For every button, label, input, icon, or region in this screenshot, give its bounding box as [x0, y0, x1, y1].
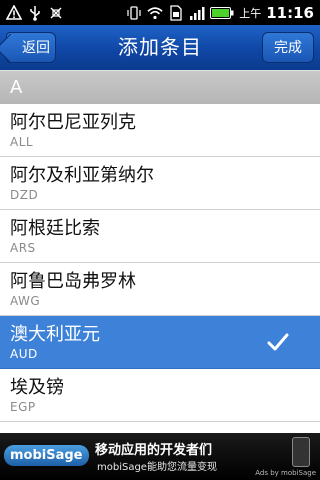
list-item[interactable]: 阿根廷比索 ARS	[0, 210, 320, 263]
title-bar: 返回 添加条目 完成	[0, 25, 320, 70]
currency-code: AWG	[10, 294, 41, 308]
currency-name: 阿尔及利亚第纳尔	[10, 165, 154, 186]
currency-name: 埃及镑	[10, 377, 64, 398]
status-bar: 上午 11:16	[0, 0, 320, 25]
status-clock: 11:16	[266, 3, 314, 22]
list-item[interactable]: 埃及镑 EGP	[0, 369, 320, 422]
signal-icon	[189, 5, 205, 21]
currency-list: 阿尔巴尼亚列克 ALL 阿尔及利亚第纳尔 DZD 阿根廷比索 ARS 阿鲁巴岛弗…	[0, 104, 320, 422]
currency-code: EGP	[10, 400, 36, 414]
warning-icon	[6, 4, 22, 21]
list-item[interactable]: 阿鲁巴岛弗罗林 AWG	[0, 263, 320, 316]
usb-icon	[27, 5, 43, 21]
currency-code: DZD	[10, 188, 39, 202]
list-item[interactable]: 阿尔巴尼亚列克 ALL	[0, 104, 320, 157]
ad-headline: 移动应用的开发者们	[95, 443, 213, 458]
currency-code: ARS	[10, 241, 36, 255]
currency-name: 阿鲁巴岛弗罗林	[10, 271, 136, 292]
ads-by-label: Ads by mobiSage	[255, 469, 316, 477]
vibrate-icon	[126, 5, 142, 21]
section-header: A	[0, 70, 320, 104]
debug-icon	[48, 5, 64, 21]
battery-icon	[210, 5, 234, 21]
currency-name: 澳大利亚元	[10, 324, 100, 345]
currency-code: ALL	[10, 135, 34, 149]
list-item[interactable]: 阿尔及利亚第纳尔 DZD	[0, 157, 320, 210]
sim-icon	[168, 4, 184, 21]
list-item-selected[interactable]: 澳大利亚元 AUD	[0, 316, 320, 369]
ad-logo: mobiSage	[4, 445, 89, 466]
checkmark-icon	[267, 333, 289, 351]
wifi-icon	[147, 5, 163, 21]
ad-subline: mobiSage能助您流量变现	[97, 462, 217, 473]
status-right-icons: 上午 11:16	[126, 0, 314, 25]
currency-code: AUD	[10, 347, 38, 361]
currency-name: 阿根廷比索	[10, 218, 100, 239]
done-button[interactable]: 完成	[262, 32, 314, 63]
status-ampm: 上午	[239, 6, 262, 20]
phone-icon	[292, 437, 310, 467]
status-left-icons	[6, 0, 64, 25]
currency-name: 阿尔巴尼亚列克	[10, 112, 136, 133]
ad-banner[interactable]: mobiSage 移动应用的开发者们 mobiSage能助您流量变现 Ads b…	[0, 433, 320, 480]
